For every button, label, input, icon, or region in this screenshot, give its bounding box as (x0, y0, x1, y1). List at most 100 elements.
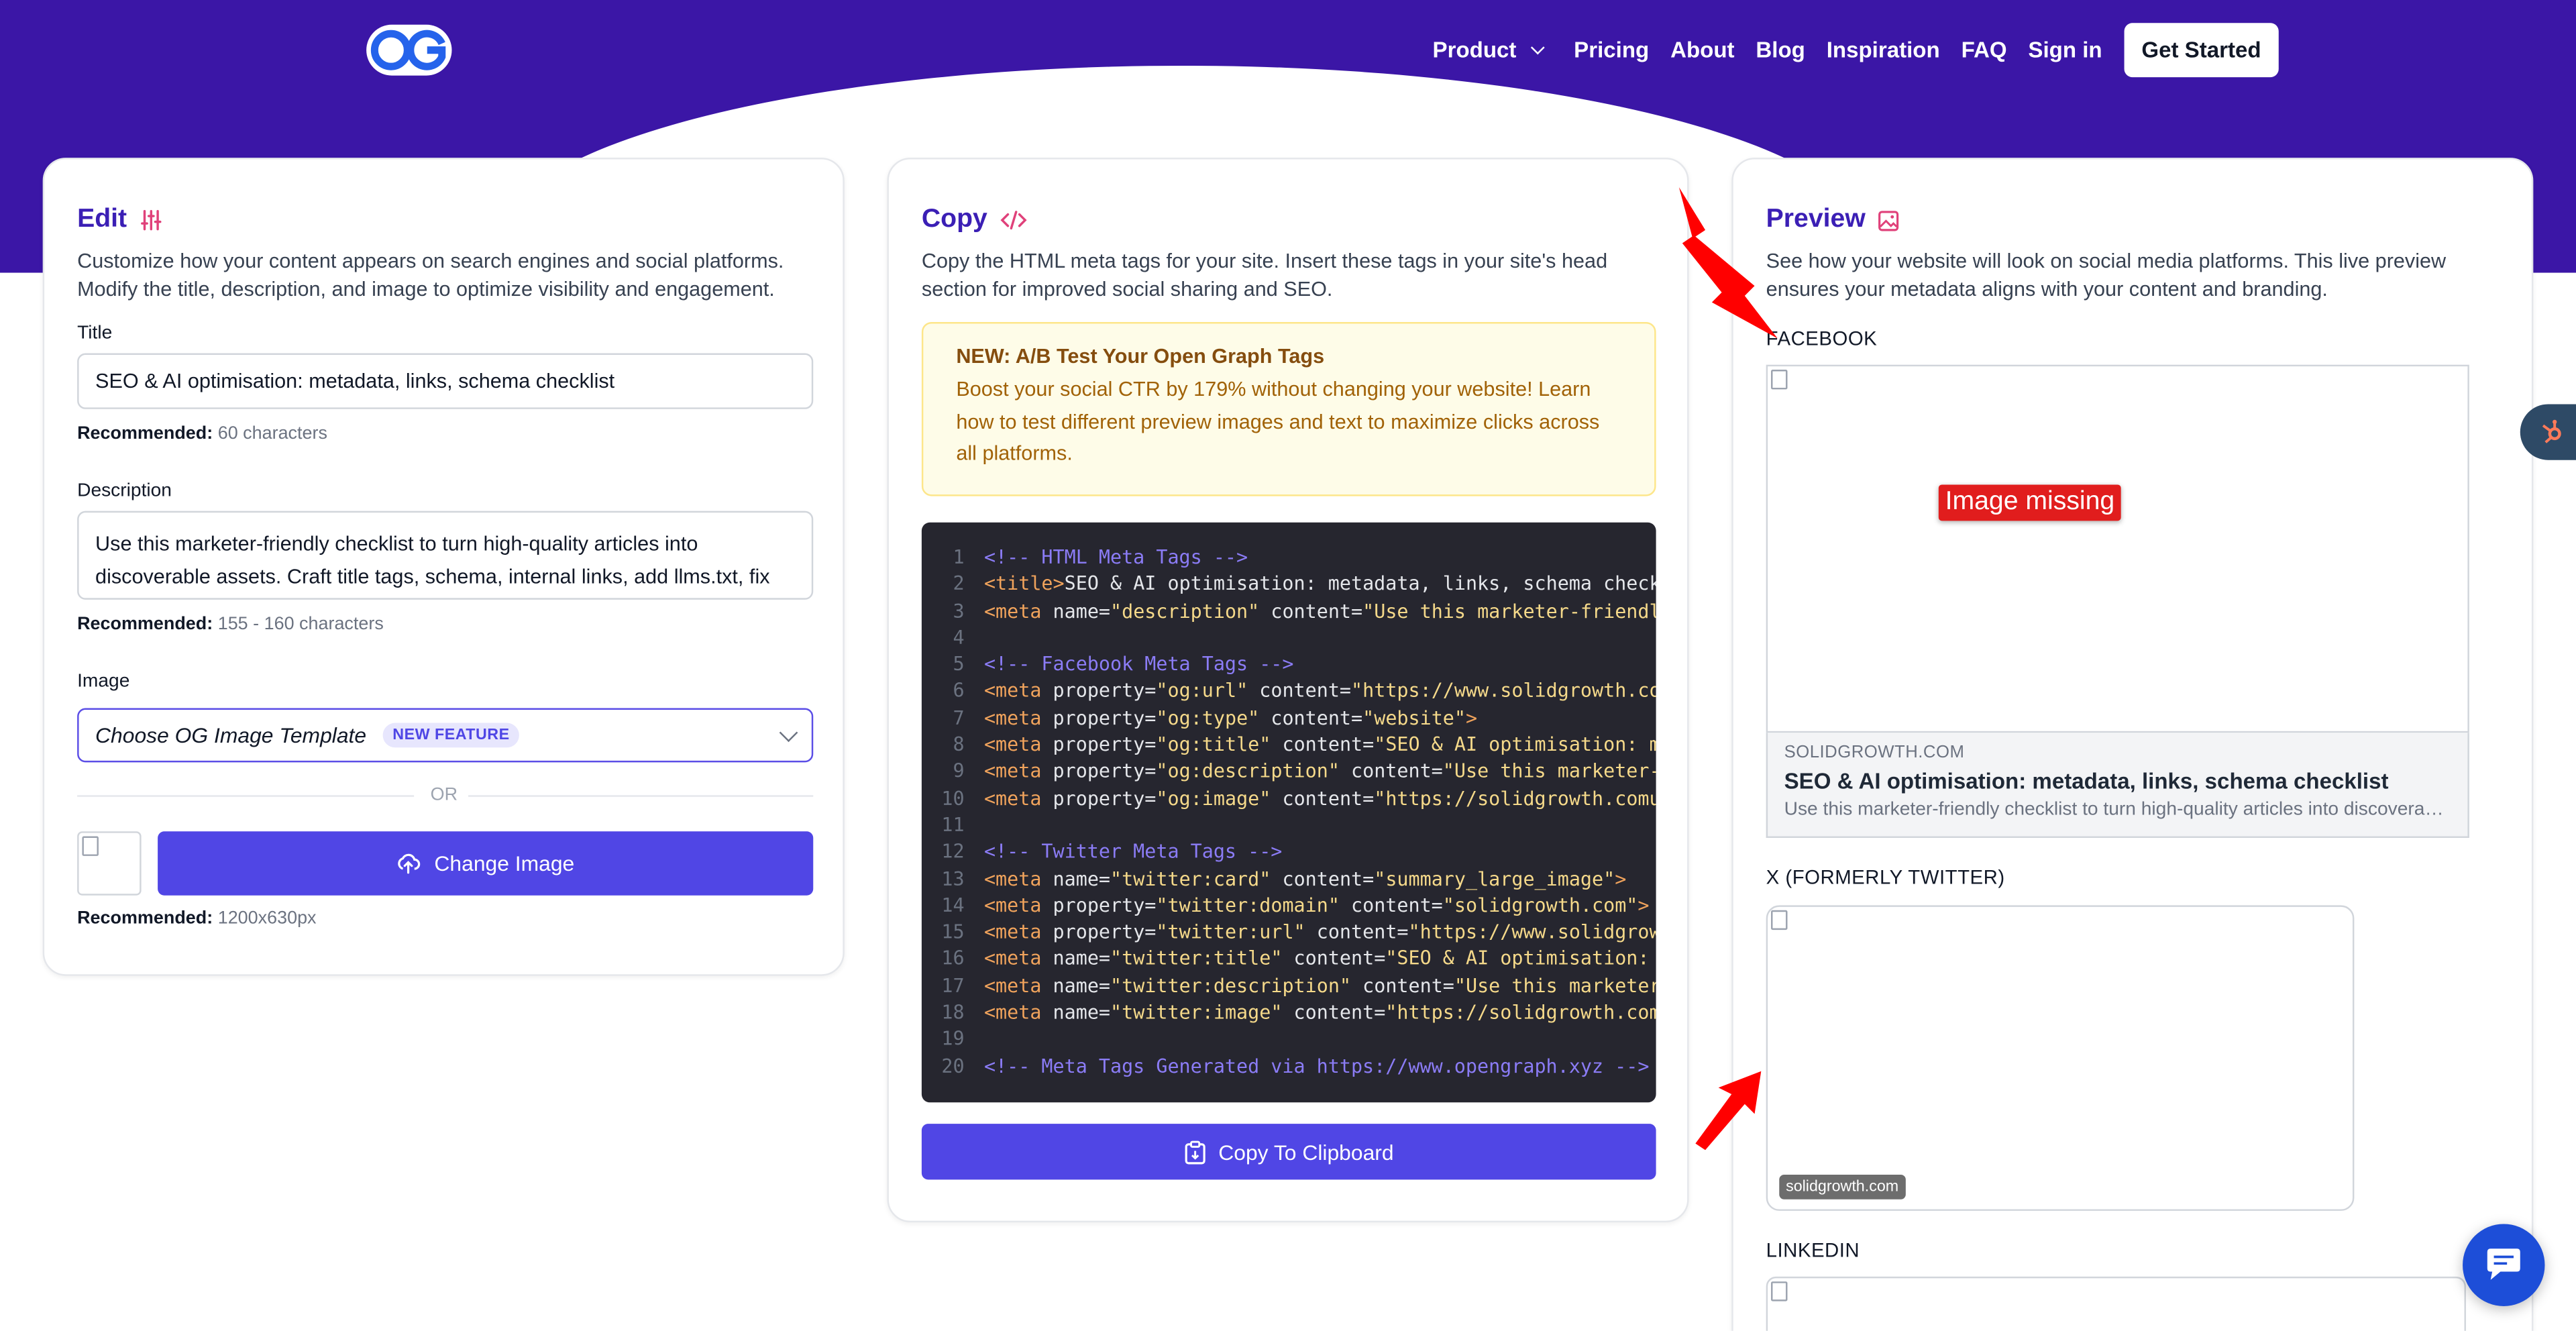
code-line: 19 (922, 1026, 1656, 1053)
code-line-content: <meta name="description" content="Use th… (983, 598, 1656, 623)
linkedin-preview-image (1766, 1276, 2466, 1331)
edit-card: Edit Customize how your content appears … (42, 158, 845, 976)
code-line-content: <meta property="twitter:url" content="ht… (983, 920, 1656, 944)
code-line-content: <meta name="twitter:title" content="SEO … (983, 947, 1656, 971)
x-preview-image: solidgrowth.com (1766, 905, 2355, 1211)
description-label: Description (77, 481, 172, 501)
broken-image-icon (1771, 1281, 1788, 1301)
linkedin-label: LINKEDIN (1766, 1238, 1860, 1262)
nav-product-label: Product (1432, 37, 1517, 62)
code-line-number: 8 (953, 733, 965, 756)
image-label: Image (77, 672, 130, 692)
code-line: 9 <meta property="og:description" content… (922, 758, 1656, 785)
title-input-value: SEO & AI optimisation: metadata, links, … (95, 370, 615, 393)
code-line-content: <meta property="twitter:domain" content=… (983, 893, 1650, 917)
code-line-number: 16 (941, 947, 965, 971)
edit-heading: Edit (77, 205, 163, 235)
nav-pricing[interactable]: Pricing (1574, 37, 1649, 62)
annotation-arrow-bottom (1695, 1071, 1762, 1151)
x-domain-chip: solidgrowth.com (1779, 1175, 1905, 1200)
fb-domain: SOLIDGROWTH.COM (1784, 742, 1965, 763)
code-line: 11 (922, 812, 1656, 839)
code-line-number: 3 (953, 598, 965, 623)
code-line-content: <meta name="twitter:card" content="summa… (983, 867, 1627, 890)
title-input[interactable]: SEO & AI optimisation: metadata, links, … (77, 353, 814, 409)
code-line-number: 1 (953, 545, 965, 569)
broken-image-icon (1771, 370, 1788, 390)
nav-product[interactable]: Product (1433, 37, 1553, 62)
code-line-number: 20 (941, 1054, 965, 1077)
copy-card: Copy Copy the HTML meta tags for your si… (887, 158, 1689, 1223)
code-line-content: <!-- Facebook Meta Tags --> (983, 652, 1294, 676)
hubspot-icon (2542, 419, 2561, 443)
notice-title: NEW: A/B Test Your Open Graph Tags (956, 345, 1325, 368)
code-line: 20 <!-- Meta Tags Generated via https://w… (922, 1053, 1656, 1079)
new-feature-badge: NEW FEATURE (382, 723, 520, 748)
notice-body: Boost your social CTR by 179% without ch… (956, 378, 1600, 466)
nav-inspiration[interactable]: Inspiration (1827, 37, 1940, 62)
image-missing-label: Image missing (1938, 484, 2122, 521)
chat-button[interactable] (2463, 1224, 2545, 1306)
facebook-preview-meta: SOLIDGROWTH.COM SEO & AI optimisation: m… (1766, 733, 2469, 838)
og-template-select[interactable]: Choose OG Image Template NEW FEATURE (77, 708, 814, 763)
og-template-select-value: Choose OG Image Template (95, 723, 367, 748)
code-line-content: <title>SEO & AI optimisation: metadata, … (983, 572, 1656, 596)
code-line-number: 11 (941, 813, 965, 837)
description-textarea[interactable]: Use this marketer-friendly checklist to … (77, 511, 814, 600)
code-line-number: 19 (941, 1027, 965, 1051)
code-line-number: 5 (953, 652, 965, 676)
fb-title: SEO & AI optimisation: metadata, links, … (1784, 769, 2389, 794)
description-hint-label: Recommended: (77, 614, 213, 635)
copy-to-clipboard-button[interactable]: Copy To Clipboard (921, 1124, 1656, 1180)
chat-icon (2487, 1248, 2520, 1280)
code-line-number: 7 (953, 706, 965, 729)
hubspot-tab[interactable] (2520, 404, 2576, 460)
code-line: 6 <meta property="og:url" content="https:… (922, 678, 1656, 704)
ab-test-notice[interactable]: NEW: A/B Test Your Open Graph Tags Boost… (921, 322, 1656, 496)
edit-heading-text: Edit (77, 205, 127, 233)
broken-image-icon (82, 836, 99, 856)
nav-sign-in[interactable]: Sign in (2028, 37, 2102, 62)
code-line-number: 18 (941, 1000, 965, 1024)
get-started-button[interactable]: Get Started (2123, 22, 2279, 76)
code-line: 12 <!-- Twitter Meta Tags --> (922, 839, 1656, 865)
code-line-content: <meta property="og:url" content="https:/… (983, 679, 1656, 702)
description-hint: Recommended: 155 - 160 characters (77, 615, 384, 634)
title-label: Title (77, 323, 113, 343)
nav-blog[interactable]: Blog (1756, 37, 1805, 62)
x-label: X (FORMERLY TWITTER) (1766, 865, 2005, 889)
meta-code-block[interactable]: 1 <!-- HTML Meta Tags --> 2 <title>SEO & AI… (921, 522, 1656, 1103)
fb-description: Use this marketer-friendly checklist to … (1784, 800, 2451, 820)
code-line-number: 14 (941, 893, 965, 917)
clipboard-icon (1184, 1140, 1205, 1164)
code-line-content: <meta name="twitter:description" content… (983, 973, 1656, 997)
code-line-number: 10 (941, 786, 965, 810)
nav-faq[interactable]: FAQ (1962, 37, 2007, 62)
code-line-content: <meta property="og:title" content="SEO &… (983, 733, 1656, 756)
or-divider-right (468, 795, 814, 797)
broken-image-icon (1771, 910, 1788, 930)
code-line-content: <!-- HTML Meta Tags --> (983, 545, 1248, 569)
code-line: 8 <meta property="og:title" content="SEO … (922, 731, 1656, 758)
og-logo[interactable] (365, 23, 453, 77)
code-line: 2 <title>SEO & AI optimisation: metadata,… (922, 571, 1656, 598)
code-line: 17 <meta name="twitter:description" conte… (922, 972, 1656, 999)
code-line-content: <meta property="og:image" content="https… (983, 786, 1656, 810)
code-line-number: 17 (941, 973, 965, 997)
code-line-content: <meta property="og:description" content=… (983, 759, 1656, 783)
nav-about[interactable]: About (1670, 37, 1734, 62)
image-thumbnail (77, 831, 142, 896)
code-line-number: 13 (941, 867, 965, 890)
image-icon (1879, 210, 1900, 231)
code-line: 5 <!-- Facebook Meta Tags --> (922, 651, 1656, 678)
change-image-label: Change Image (434, 851, 575, 876)
code-line: 7 <meta property="og:type" content="websi… (922, 704, 1656, 731)
chevron-down-icon (1530, 40, 1545, 54)
preview-card: Preview See how your website will look o… (1731, 158, 2534, 1331)
change-image-button[interactable]: Change Image (158, 831, 814, 896)
code-line-number: 9 (953, 759, 965, 783)
code-line: 16 <meta name="twitter:title" content="SE… (922, 945, 1656, 972)
or-text: OR (430, 785, 458, 806)
code-line: 18 <meta name="twitter:image" content="ht… (922, 999, 1656, 1026)
description-textarea-value: Use this marketer-friendly checklist to … (95, 532, 770, 588)
